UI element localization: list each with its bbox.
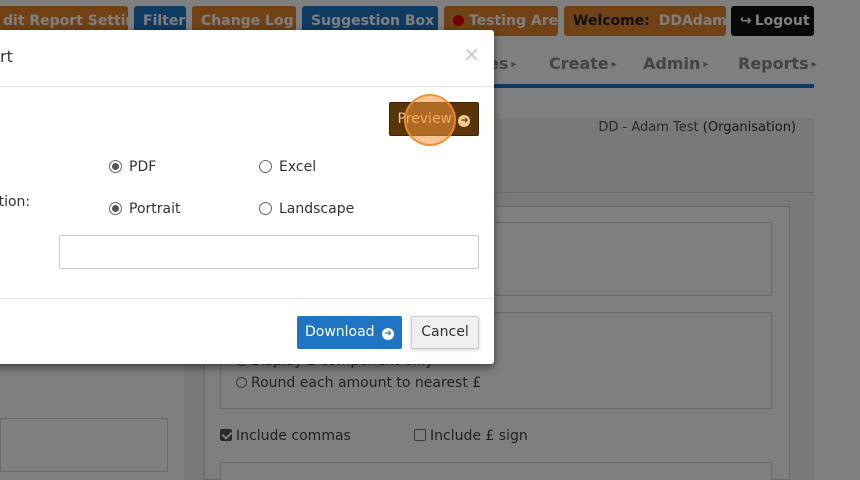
export-report-modal: rt × Preview ➔ PDF Excel ation: Portrait… bbox=[0, 30, 494, 364]
orientation-portrait-label: Portrait bbox=[129, 201, 181, 217]
radio-icon bbox=[259, 160, 272, 173]
orientation-option-portrait[interactable]: Portrait bbox=[109, 201, 180, 217]
orientation-label: ation: bbox=[0, 194, 31, 210]
cancel-button[interactable]: Cancel bbox=[411, 316, 479, 349]
preview-label: Preview bbox=[397, 111, 453, 127]
modal-title: rt bbox=[0, 47, 13, 66]
radio-icon bbox=[259, 202, 272, 215]
filename-input[interactable] bbox=[59, 235, 479, 269]
format-option-pdf[interactable]: PDF bbox=[109, 159, 156, 175]
radio-selected-icon bbox=[109, 160, 122, 173]
orientation-option-landscape[interactable]: Landscape bbox=[259, 201, 354, 217]
modal-footer-divider bbox=[0, 298, 494, 299]
close-icon[interactable]: × bbox=[463, 42, 480, 66]
download-label: Download bbox=[304, 324, 375, 340]
download-button[interactable]: Download ➔ bbox=[297, 316, 402, 349]
format-pdf-label: PDF bbox=[129, 159, 157, 175]
format-option-excel[interactable]: Excel bbox=[259, 159, 316, 175]
arrow-circle-right-icon: ➔ bbox=[382, 328, 395, 340]
modal-header-divider bbox=[0, 86, 494, 87]
preview-button[interactable]: Preview ➔ bbox=[389, 102, 479, 136]
arrow-circle-right-icon: ➔ bbox=[458, 115, 471, 127]
orientation-landscape-label: Landscape bbox=[279, 201, 355, 217]
radio-selected-icon bbox=[109, 202, 122, 215]
format-excel-label: Excel bbox=[279, 159, 317, 175]
